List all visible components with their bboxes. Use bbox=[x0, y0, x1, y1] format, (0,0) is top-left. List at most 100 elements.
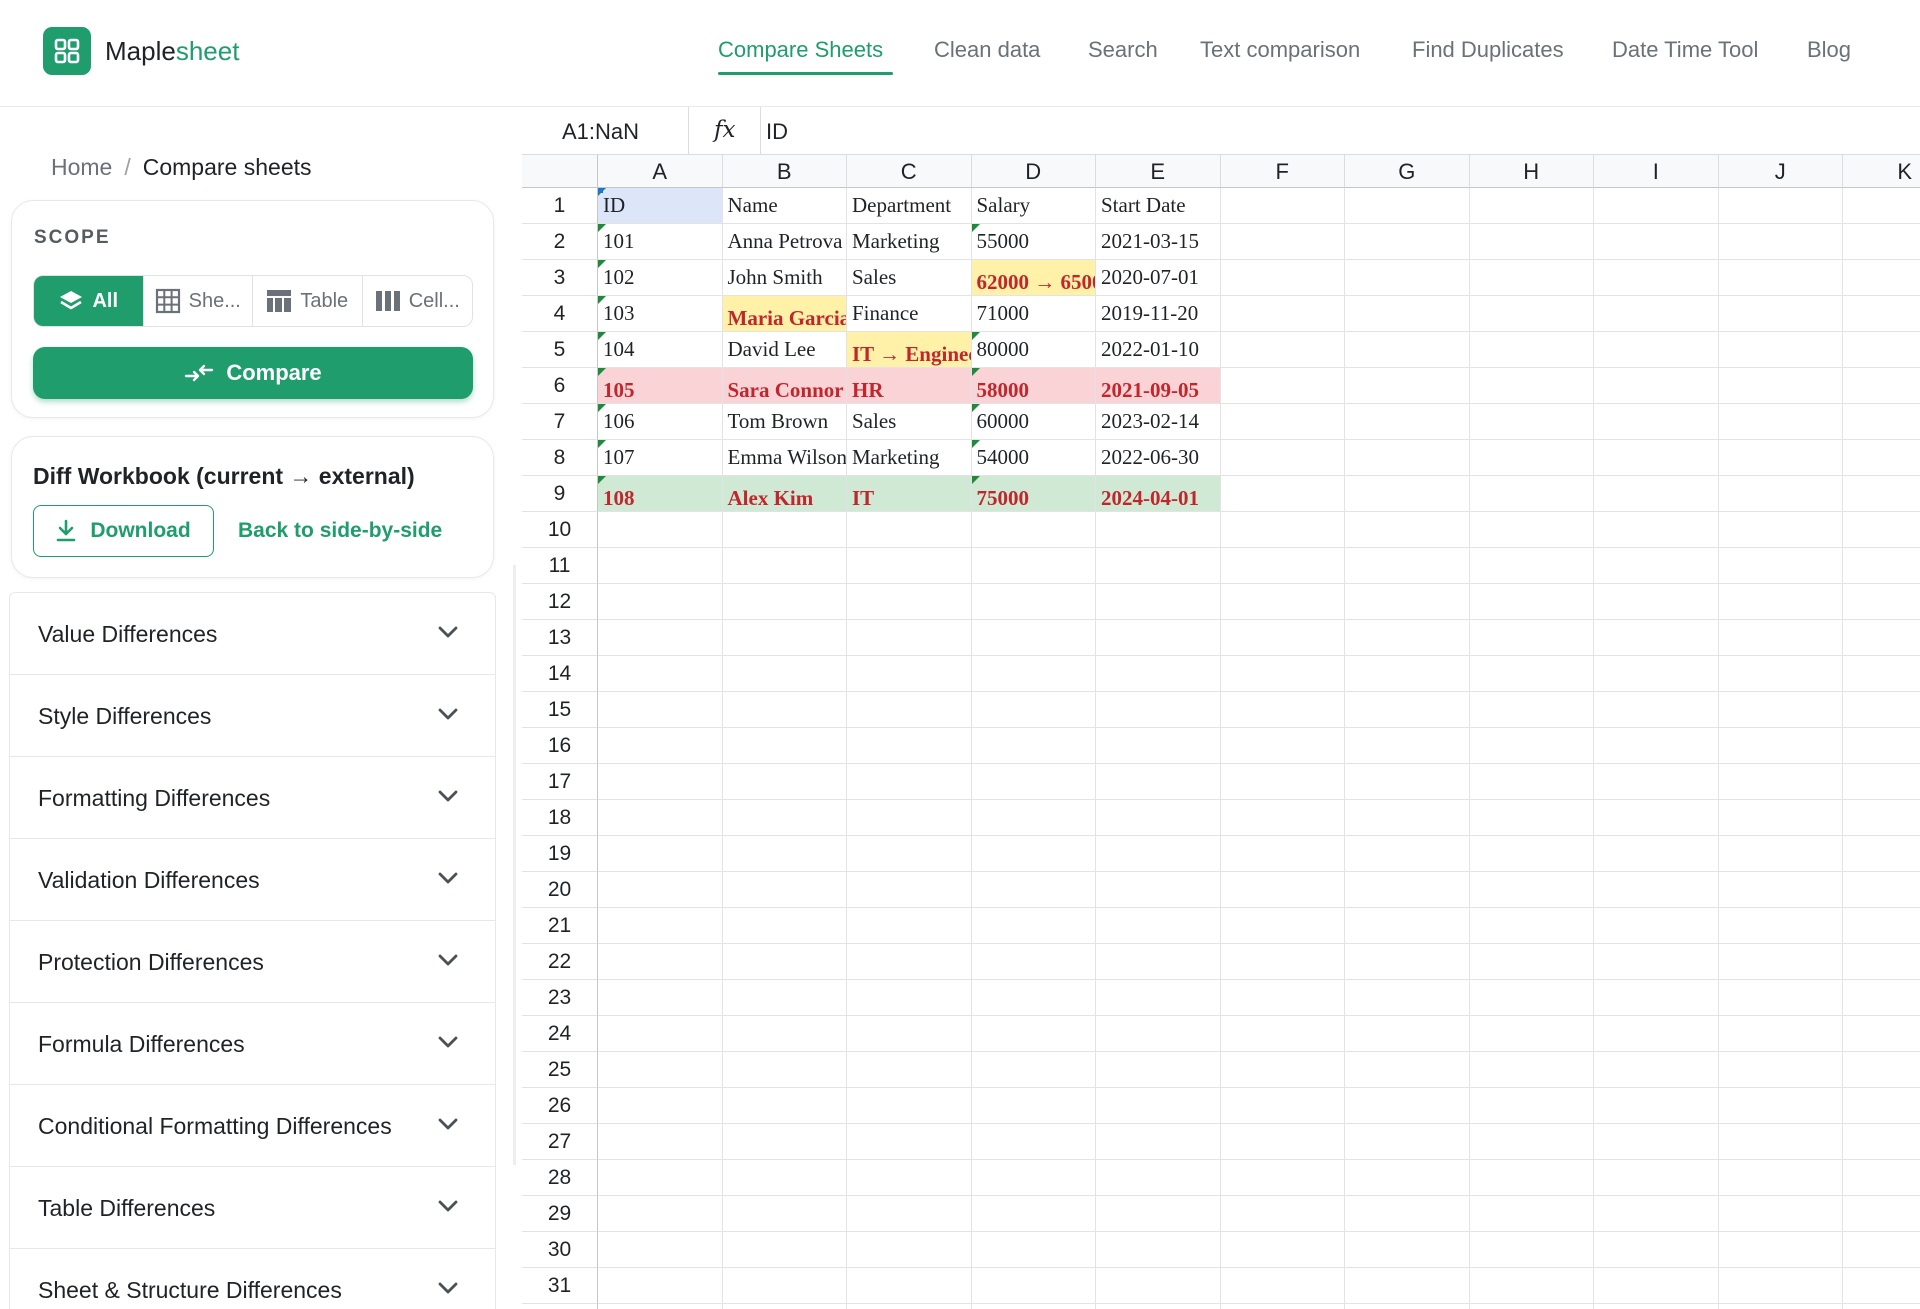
grid-cell[interactable]: 75000 bbox=[971, 476, 1096, 512]
grid-cell[interactable] bbox=[847, 1268, 972, 1304]
grid-cell[interactable] bbox=[1594, 764, 1719, 800]
grid-cell[interactable] bbox=[1718, 836, 1843, 872]
row-header[interactable]: 8 bbox=[522, 440, 598, 476]
accordion-item[interactable]: Conditional Formatting Differences bbox=[9, 1084, 496, 1166]
grid-cell[interactable] bbox=[1345, 1232, 1470, 1268]
formula-input[interactable]: ID bbox=[766, 119, 788, 145]
grid-cell[interactable] bbox=[722, 512, 847, 548]
grid-cell[interactable] bbox=[1220, 404, 1345, 440]
grid-cell[interactable] bbox=[1220, 1160, 1345, 1196]
grid-cell[interactable] bbox=[598, 1196, 723, 1232]
grid-cell[interactable] bbox=[1594, 656, 1719, 692]
grid-cell[interactable] bbox=[722, 656, 847, 692]
grid-cell[interactable] bbox=[847, 944, 972, 980]
grid-cell[interactable] bbox=[598, 620, 723, 656]
grid-cell[interactable] bbox=[598, 1088, 723, 1124]
grid-cell[interactable] bbox=[1718, 512, 1843, 548]
grid-cell[interactable] bbox=[1220, 584, 1345, 620]
grid-cell[interactable] bbox=[1843, 188, 1920, 224]
grid-cell[interactable] bbox=[598, 980, 723, 1016]
grid-cell[interactable] bbox=[1594, 620, 1719, 656]
grid-cell[interactable]: Alex Kim bbox=[722, 476, 847, 512]
grid-cell[interactable]: David Lee bbox=[722, 332, 847, 368]
grid-cell[interactable] bbox=[722, 1052, 847, 1088]
grid-cell[interactable]: IT bbox=[847, 476, 972, 512]
grid-cell[interactable] bbox=[1345, 188, 1470, 224]
grid-cell[interactable] bbox=[1718, 908, 1843, 944]
grid-cell[interactable] bbox=[971, 1088, 1096, 1124]
grid-cell[interactable] bbox=[847, 836, 972, 872]
grid-cell[interactable] bbox=[1718, 944, 1843, 980]
grid-cell[interactable] bbox=[1345, 620, 1470, 656]
nav-find-duplicates[interactable]: Find Duplicates bbox=[1412, 36, 1564, 64]
grid-cell[interactable] bbox=[971, 512, 1096, 548]
grid-cell[interactable] bbox=[1220, 224, 1345, 260]
grid-cell[interactable] bbox=[598, 728, 723, 764]
row-header[interactable]: 24 bbox=[522, 1016, 598, 1052]
grid-cell[interactable] bbox=[1469, 332, 1594, 368]
grid-cell[interactable] bbox=[1096, 656, 1221, 692]
grid-cell[interactable] bbox=[1718, 476, 1843, 512]
grid-cell[interactable] bbox=[1345, 656, 1470, 692]
grid-cell[interactable] bbox=[847, 1088, 972, 1124]
grid-cell[interactable] bbox=[1469, 1160, 1594, 1196]
grid-cell[interactable] bbox=[1096, 944, 1221, 980]
grid-cell[interactable] bbox=[847, 728, 972, 764]
row-header[interactable]: 29 bbox=[522, 1196, 598, 1232]
grid-cell[interactable] bbox=[1718, 1232, 1843, 1268]
row-header[interactable]: 13 bbox=[522, 620, 598, 656]
grid-cell[interactable] bbox=[598, 512, 723, 548]
grid-cell[interactable] bbox=[1470, 1304, 1594, 1309]
grid-cell[interactable] bbox=[722, 620, 847, 656]
grid-cell[interactable] bbox=[598, 1268, 723, 1304]
grid-cell[interactable]: 108 bbox=[598, 476, 723, 512]
grid-cell[interactable] bbox=[1345, 764, 1470, 800]
grid-cell[interactable] bbox=[598, 548, 723, 584]
grid-cell[interactable]: HR bbox=[847, 368, 972, 404]
row-header[interactable]: 9 bbox=[522, 476, 598, 512]
grid-cell[interactable] bbox=[1345, 872, 1470, 908]
grid-cell[interactable] bbox=[1220, 548, 1345, 584]
grid-cell[interactable] bbox=[1220, 332, 1345, 368]
grid-cell[interactable] bbox=[1594, 1160, 1719, 1196]
grid-cell[interactable] bbox=[598, 1304, 723, 1309]
grid-cell[interactable] bbox=[1843, 1196, 1920, 1232]
accordion-item[interactable]: Table Differences bbox=[9, 1166, 496, 1248]
row-header[interactable]: 16 bbox=[522, 728, 598, 764]
grid-cell[interactable] bbox=[1469, 1232, 1594, 1268]
grid-cell[interactable] bbox=[1220, 908, 1345, 944]
scope-option-sheet[interactable]: She... bbox=[144, 276, 253, 326]
grid-cell[interactable] bbox=[1469, 836, 1594, 872]
grid-cell[interactable]: 62000 → 65000 bbox=[971, 260, 1096, 296]
grid-cell[interactable]: 2024-04-01 bbox=[1096, 476, 1221, 512]
grid-cell[interactable] bbox=[1594, 224, 1719, 260]
grid-cell[interactable] bbox=[1843, 908, 1920, 944]
grid-cell[interactable] bbox=[1594, 1124, 1719, 1160]
grid-cell[interactable] bbox=[1594, 260, 1719, 296]
grid-cell[interactable] bbox=[1345, 1016, 1470, 1052]
grid-cell[interactable] bbox=[1345, 440, 1470, 476]
grid-cell[interactable] bbox=[1220, 980, 1345, 1016]
grid-cell[interactable] bbox=[723, 1304, 847, 1309]
grid-cell[interactable] bbox=[1843, 1160, 1920, 1196]
grid-cell[interactable] bbox=[722, 1016, 847, 1052]
grid-cell[interactable]: 2020-07-01 bbox=[1096, 260, 1221, 296]
grid-corner[interactable] bbox=[522, 155, 598, 188]
row-header[interactable]: 23 bbox=[522, 980, 598, 1016]
grid-cell[interactable] bbox=[1718, 548, 1843, 584]
brand-name[interactable]: Maplesheet bbox=[105, 36, 239, 66]
row-header[interactable]: 30 bbox=[522, 1232, 598, 1268]
grid-cell[interactable] bbox=[722, 872, 847, 908]
grid-cell[interactable] bbox=[1220, 296, 1345, 332]
grid-cell[interactable] bbox=[1843, 224, 1920, 260]
logo[interactable] bbox=[43, 27, 91, 75]
grid-cell[interactable] bbox=[1345, 944, 1470, 980]
grid-cell[interactable] bbox=[1469, 224, 1594, 260]
grid-cell[interactable] bbox=[1345, 728, 1470, 764]
grid-cell[interactable] bbox=[847, 764, 972, 800]
grid-cell[interactable] bbox=[1345, 1304, 1470, 1309]
grid-cell[interactable]: ID bbox=[598, 188, 723, 224]
grid-cell[interactable] bbox=[1469, 1124, 1594, 1160]
grid-cell[interactable] bbox=[1594, 440, 1719, 476]
grid-cell[interactable] bbox=[1469, 1016, 1594, 1052]
